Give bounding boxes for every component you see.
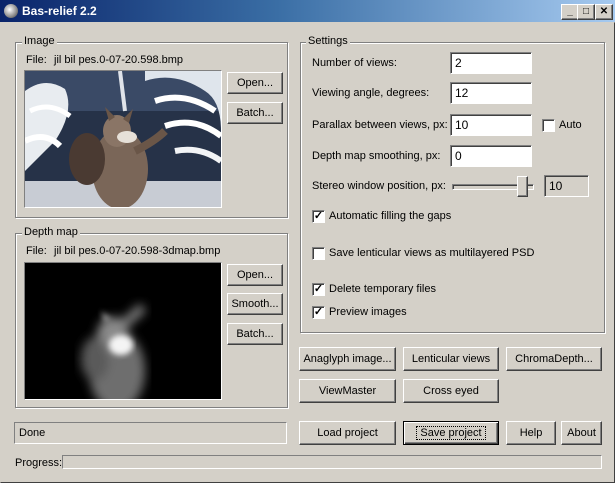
stereo-window-slider-thumb[interactable] — [517, 176, 529, 197]
image-group-label: Image — [22, 35, 57, 47]
check-icon: ✓ — [313, 283, 324, 295]
close-button[interactable]: ✕ — [595, 4, 613, 20]
viewing-angle-input[interactable]: 12 — [450, 82, 532, 104]
depth-map-picture — [25, 263, 221, 399]
preview-label: Preview images — [329, 306, 407, 318]
viewmaster-button[interactable]: ViewMaster — [299, 379, 396, 403]
app-icon[interactable] — [4, 4, 18, 18]
image-file-name: jil bil pes.0-07-20.598.bmp — [54, 54, 184, 66]
depth-batch-button[interactable]: Batch... — [227, 323, 283, 345]
progress-label: Progress: — [15, 457, 63, 469]
number-of-views-input[interactable]: 2 — [450, 52, 532, 74]
about-button[interactable]: About — [561, 421, 602, 445]
parallax-input[interactable]: 10 — [450, 114, 532, 136]
viewing-angle-label: Viewing angle, degrees: — [312, 87, 430, 99]
cross-eyed-button[interactable]: Cross eyed — [403, 379, 499, 403]
image-file-label: File: — [26, 54, 47, 66]
save-project-label: Save project — [416, 426, 486, 440]
auto-checkbox[interactable] — [542, 119, 555, 132]
stereo-window-label: Stereo window position, px: — [312, 180, 446, 192]
auto-fill-label: Automatic filling the gaps — [329, 210, 452, 222]
save-psd-label: Save lenticular views as multilayered PS… — [329, 247, 535, 259]
auto-label: Auto — [559, 119, 582, 131]
depth-open-button[interactable]: Open... — [227, 264, 283, 286]
save-project-button[interactable]: Save project — [403, 421, 499, 445]
delete-temp-label: Delete temporary files — [329, 283, 436, 295]
status-field: Done — [14, 422, 287, 444]
auto-fill-checkbox[interactable]: ✓ — [312, 210, 325, 223]
progress-bar — [62, 455, 602, 469]
depth-file-name: jil bil pes.0-07-20.598-3dmap.bmp — [54, 245, 221, 257]
depth-map-preview — [24, 262, 222, 400]
save-psd-checkbox[interactable] — [312, 247, 325, 260]
settings-group-label: Settings — [306, 35, 350, 47]
check-icon: ✓ — [313, 210, 324, 222]
depth-file-label: File: — [26, 245, 47, 257]
chromadepth-button[interactable]: ChromaDepth... — [506, 347, 602, 371]
image-open-button[interactable]: Open... — [227, 72, 283, 94]
maximize-button[interactable]: □ — [577, 4, 595, 20]
anaglyph-button[interactable]: Anaglyph image... — [299, 347, 396, 371]
depth-map-group-label: Depth map — [22, 226, 80, 238]
image-batch-button[interactable]: Batch... — [227, 102, 283, 124]
number-of-views-label: Number of views: — [312, 57, 397, 69]
help-button[interactable]: Help — [506, 421, 556, 445]
load-project-button[interactable]: Load project — [299, 421, 396, 445]
title-bar[interactable]: Bas-relief 2.2 _ □ ✕ — [0, 0, 615, 22]
lenticular-button[interactable]: Lenticular views — [403, 347, 499, 371]
window-title: Bas-relief 2.2 — [22, 4, 97, 18]
delete-temp-checkbox[interactable]: ✓ — [312, 283, 325, 296]
parallax-label: Parallax between views, px: — [312, 119, 448, 131]
image-preview-picture — [25, 71, 221, 207]
depth-smooth-button[interactable]: Smooth... — [227, 293, 283, 315]
preview-checkbox[interactable]: ✓ — [312, 306, 325, 319]
image-preview — [24, 70, 222, 208]
stereo-window-value: 10 — [544, 175, 589, 197]
smoothing-input[interactable]: 0 — [450, 145, 532, 167]
smoothing-label: Depth map smoothing, px: — [312, 150, 441, 162]
check-icon: ✓ — [313, 306, 324, 318]
